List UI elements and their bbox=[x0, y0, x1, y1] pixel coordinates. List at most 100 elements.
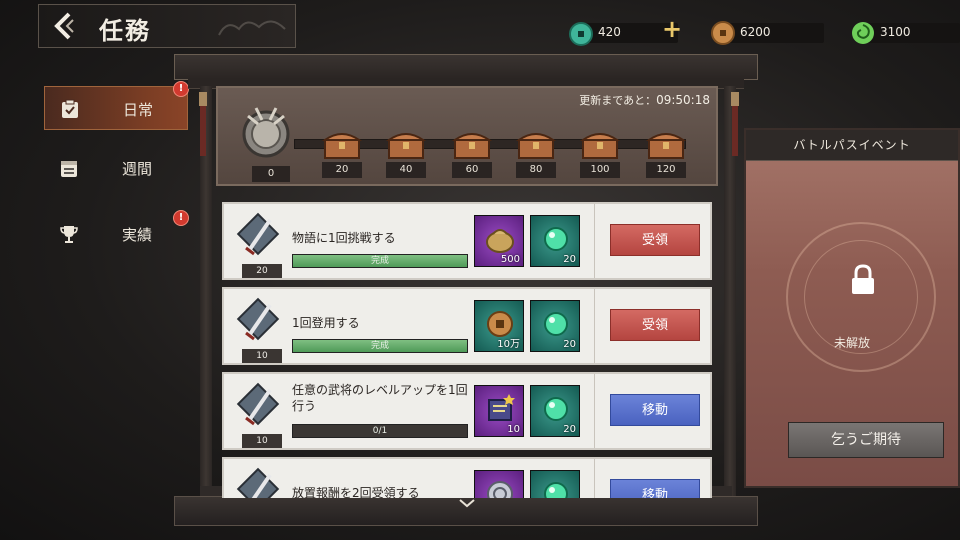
task-name: 放置報酬を2回受領する bbox=[292, 486, 420, 498]
reward-item[interactable] bbox=[474, 470, 524, 498]
currency-value: 6200 bbox=[740, 25, 771, 39]
task-points: 10 bbox=[242, 434, 282, 448]
calendar-icon bbox=[61, 161, 77, 177]
silver-disc-icon bbox=[487, 481, 513, 498]
milestone-label: 100 bbox=[580, 162, 620, 178]
divider bbox=[594, 374, 595, 448]
task-row: 10 放置報酬を2回受領する 移動 bbox=[222, 457, 712, 498]
task-row: 20 物語に1回挑戦する 完成 500 20 受領 bbox=[222, 202, 712, 280]
task-row: 10 1回登用する 完成 10万 20 受領 bbox=[222, 287, 712, 365]
reset-timer: 更新まであと：09:50:18 bbox=[579, 92, 710, 108]
task-points: 20 bbox=[242, 264, 282, 278]
scroll-down-chevron-icon[interactable] bbox=[458, 498, 476, 510]
milestone-start-label: 0 bbox=[252, 166, 290, 182]
green-orb-icon bbox=[544, 482, 568, 498]
tab-label: 実績 bbox=[122, 226, 153, 244]
reward-item[interactable]: 20 bbox=[530, 215, 580, 267]
go-button[interactable]: 移動 bbox=[610, 479, 700, 498]
tab-daily[interactable]: 日常 bbox=[44, 86, 188, 130]
task-list[interactable]: 20 物語に1回挑戦する 完成 500 20 受領 10 1回登用する 完成 1… bbox=[222, 198, 712, 498]
sword-task-icon bbox=[236, 382, 280, 426]
trophy-icon bbox=[60, 226, 78, 243]
sword-task-icon bbox=[236, 297, 280, 341]
cloud-ornament-icon bbox=[218, 20, 286, 36]
task-row: 10 任意の武将のレベルアップを1回行う 0/1 10 20 移動 bbox=[222, 372, 712, 450]
treasure-chest-icon[interactable] bbox=[322, 128, 362, 160]
coin-pouch-icon bbox=[486, 229, 514, 253]
milestone-label: 40 bbox=[386, 162, 426, 178]
reward-item[interactable] bbox=[530, 470, 580, 498]
reward-item[interactable]: 20 bbox=[530, 385, 580, 437]
clipboard-icon bbox=[62, 99, 78, 118]
task-progress-text: 0/1 bbox=[372, 426, 388, 436]
reward-qty: 500 bbox=[500, 254, 520, 265]
tab-label: 日常 bbox=[123, 101, 154, 119]
battle-pass-title: バトルパスイベント bbox=[746, 130, 958, 161]
page-title: 任務 bbox=[99, 17, 151, 45]
tassel-icon bbox=[199, 92, 207, 156]
divider bbox=[594, 289, 595, 363]
reward-item[interactable]: 20 bbox=[530, 300, 580, 352]
alert-badge: ! bbox=[173, 210, 189, 226]
lock-icon bbox=[852, 264, 874, 294]
milestone-label: 120 bbox=[646, 162, 686, 178]
stay-tuned-button[interactable]: 乞うご期待 bbox=[788, 422, 944, 458]
green-orb-icon bbox=[544, 312, 568, 336]
alert-badge: ! bbox=[173, 81, 189, 97]
reward-item[interactable]: 10万 bbox=[474, 300, 524, 352]
green-swirl-icon bbox=[852, 22, 874, 44]
tassel-icon bbox=[731, 92, 739, 156]
sword-task-icon bbox=[236, 467, 280, 498]
activity-progress-panel: 更新まであと：09:50:18 0 20 40 60 80 100 120 bbox=[216, 86, 718, 186]
currency-swirl: 3100 bbox=[850, 20, 960, 44]
treasure-chest-icon[interactable] bbox=[646, 128, 686, 160]
green-orb-icon bbox=[544, 397, 568, 421]
shrine-roof bbox=[174, 54, 758, 80]
tab-weekly[interactable]: 週間 bbox=[44, 146, 188, 190]
dragon-medallion-icon bbox=[242, 107, 290, 158]
copper-coin-icon bbox=[711, 21, 735, 45]
timer-value: 09:50:18 bbox=[656, 93, 710, 107]
timer-label: 更新まであと： bbox=[579, 94, 657, 107]
task-name: 1回登用する bbox=[292, 316, 360, 330]
divider bbox=[594, 204, 595, 278]
task-progress-text: 完成 bbox=[370, 256, 389, 266]
task-name: 物語に1回挑戦する bbox=[292, 231, 396, 245]
tab-label: 週間 bbox=[122, 160, 153, 178]
reward-qty: 20 bbox=[563, 424, 576, 435]
back-arrow-icon[interactable] bbox=[49, 11, 77, 41]
scroll-icon bbox=[488, 394, 515, 421]
task-progress-bar: 完成 bbox=[292, 254, 468, 268]
claim-button[interactable]: 受領 bbox=[610, 309, 700, 341]
claim-button[interactable]: 受領 bbox=[610, 224, 700, 256]
reward-item[interactable]: 500 bbox=[474, 215, 524, 267]
task-progress-bar: 0/1 bbox=[292, 424, 468, 438]
milestone-label: 60 bbox=[452, 162, 492, 178]
reward-qty: 20 bbox=[563, 339, 576, 350]
reward-qty: 20 bbox=[563, 254, 576, 265]
treasure-chest-icon[interactable] bbox=[580, 128, 620, 160]
currency-copper: 6200 bbox=[710, 20, 826, 45]
sword-task-icon bbox=[236, 212, 280, 256]
treasure-chest-icon[interactable] bbox=[516, 128, 556, 160]
divider bbox=[594, 459, 595, 498]
tab-achievements[interactable]: 実績 bbox=[44, 212, 188, 256]
header-bar: 任務 bbox=[38, 4, 296, 48]
go-button[interactable]: 移動 bbox=[610, 394, 700, 426]
treasure-chest-icon[interactable] bbox=[452, 128, 492, 160]
add-currency-button[interactable]: + bbox=[662, 17, 682, 41]
task-progress-bar: 完成 bbox=[292, 339, 468, 353]
task-points: 10 bbox=[242, 349, 282, 363]
locked-label: 未解放 bbox=[833, 336, 870, 350]
milestone-label: 80 bbox=[516, 162, 556, 178]
milestone-label: 20 bbox=[322, 162, 362, 178]
treasure-chest-icon[interactable] bbox=[386, 128, 426, 160]
task-progress-text: 完成 bbox=[370, 341, 389, 351]
reward-qty: 10 bbox=[507, 424, 520, 435]
currency-value: 3100 bbox=[880, 25, 911, 39]
reward-qty: 10万 bbox=[497, 339, 520, 350]
reward-item[interactable]: 10 bbox=[474, 385, 524, 437]
task-name: 任意の武将のレベルアップを1回行う bbox=[292, 383, 468, 413]
currency-bar bbox=[864, 23, 960, 43]
currency-bar bbox=[724, 23, 824, 43]
